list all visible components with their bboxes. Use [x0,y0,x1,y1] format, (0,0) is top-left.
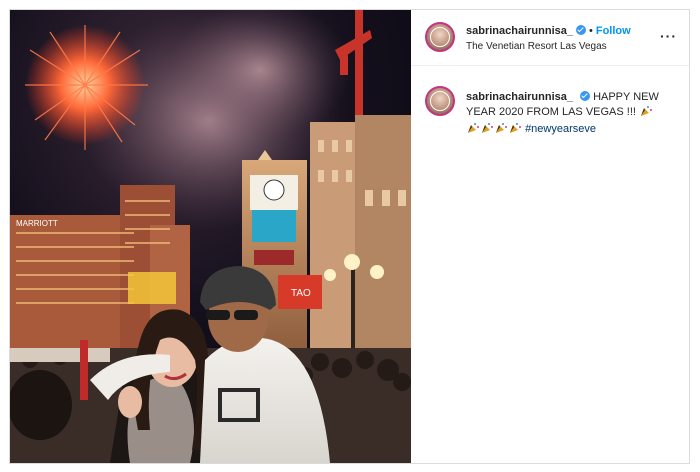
avatar[interactable] [425,22,455,52]
billboard-text: TAO [291,288,311,299]
more-options-icon[interactable]: ··· [660,28,677,44]
photo-scene: MARRIOTT TAO [10,10,411,463]
follow-button[interactable]: Follow [596,25,631,37]
caption-avatar[interactable] [425,86,455,116]
party-popper-icon [495,122,507,139]
post-photo[interactable]: MARRIOTT TAO [10,10,411,463]
verified-badge-icon [576,25,586,35]
sunglasses [206,310,230,320]
location-link[interactable]: The Venetian Resort Las Vegas [466,41,607,52]
party-popper-icon [481,122,493,139]
party-popper-icon [467,122,479,139]
header-line: sabrinachairunnisa_ • Follow [466,25,631,37]
post-sidebar: sabrinachairunnisa_ • Follow The Venetian … [411,10,689,463]
post-header: sabrinachairunnisa_ • Follow The Venetian … [411,10,689,66]
party-popper-icon [640,105,653,122]
billboard: TAO [278,275,322,309]
post-caption: sabrinachairunnisa_ HAPPY NEW YEAR 2020 … [466,90,671,139]
bystander [10,370,72,440]
username-link[interactable]: sabrinachairunnisa_ [466,25,573,37]
instagram-post: MARRIOTT TAO sabrinachairunnisa_ • Follo… [9,9,690,464]
party-popper-icon [509,122,521,139]
caption-username-link[interactable]: sabrinachairunnisa_ [466,91,573,103]
hashtag-link[interactable]: #newyearseve [525,123,596,135]
venetian-building [310,115,411,367]
separator-dot: • [589,25,593,37]
hotel-sign: MARRIOTT [16,219,58,228]
neon-sign [128,272,176,304]
verified-badge-icon [580,91,590,101]
